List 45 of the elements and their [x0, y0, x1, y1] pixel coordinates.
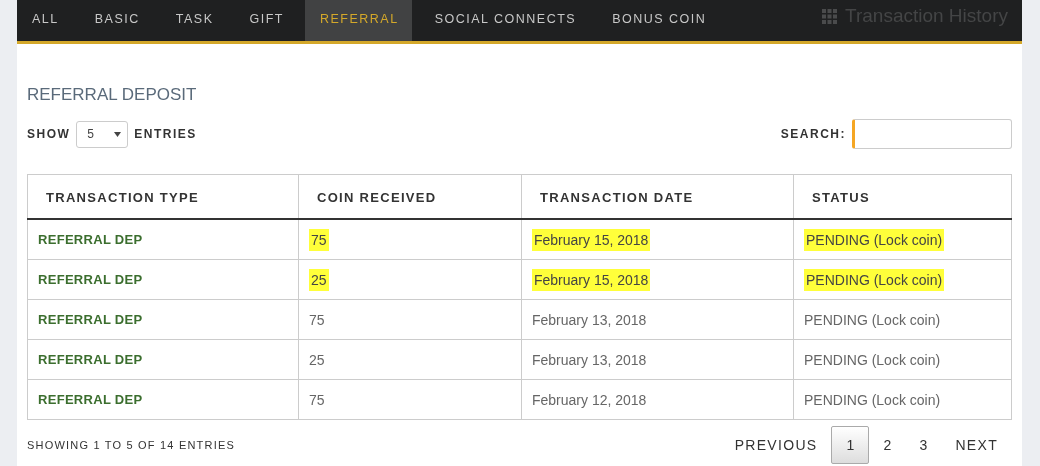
table-cell: REFERRAL DEP — [27, 379, 299, 420]
nav-tab[interactable]: REFERRAL — [304, 0, 412, 41]
nav-tab[interactable]: GIFT — [234, 0, 297, 41]
table-cell: 75 — [298, 379, 522, 420]
nav-tab[interactable]: ALL — [17, 0, 72, 41]
grid-icon — [822, 9, 838, 24]
table-cell: REFERRAL DEP — [27, 339, 299, 380]
table-cell: February 15, 2018 — [521, 219, 794, 260]
table-cell: February 12, 2018 — [521, 379, 794, 420]
table-cell: 25 — [298, 339, 522, 380]
table-cell: February 15, 2018 — [521, 259, 794, 300]
table-cell: 75 — [298, 299, 522, 340]
show-label: SHOW — [27, 127, 71, 141]
table-cell: REFERRAL DEP — [27, 259, 299, 300]
pagination-button[interactable]: 2 — [869, 427, 906, 463]
search-field[interactable] — [852, 119, 1012, 149]
table-cell: REFERRAL DEP — [27, 299, 299, 340]
column-header: COIN RECEIVED — [298, 174, 522, 219]
entries-info: SHOWING 1 TO 5 OF 14 ENTRIES — [27, 439, 235, 451]
entries-select[interactable]: 5 — [76, 120, 129, 148]
table-cell: PENDING (Lock coin) — [793, 339, 1012, 380]
pagination-button[interactable]: 1 — [831, 426, 870, 464]
nav-tab[interactable]: TASK — [160, 0, 227, 41]
table-cell: 25 — [298, 259, 522, 300]
table-cell: PENDING (Lock coin) — [793, 219, 1012, 260]
table-cell: PENDING (Lock coin) — [793, 379, 1012, 420]
search-label: SEARCH: — [780, 127, 846, 141]
caret-icon — [114, 131, 122, 137]
table-cell: PENDING (Lock coin) — [793, 259, 1012, 300]
column-header: STATUS — [793, 174, 1012, 219]
column-header: TRANSACTION TYPE — [27, 174, 299, 219]
pagination-button[interactable]: NEXT — [941, 427, 1012, 463]
column-header: TRANSACTION DATE — [521, 174, 794, 219]
pagination-button[interactable]: PREVIOUS — [720, 427, 832, 463]
nav-tab[interactable]: BASIC — [79, 0, 153, 41]
table-cell: 75 — [298, 219, 522, 260]
table-cell: February 13, 2018 — [521, 299, 794, 340]
nav-tab[interactable]: SOCIAL CONNECTS — [419, 0, 590, 41]
table-cell: PENDING (Lock coin) — [793, 299, 1012, 340]
table-cell: REFERRAL DEP — [27, 219, 299, 260]
nav-tab[interactable]: BONUS COIN — [597, 0, 720, 41]
entries-label: ENTRIES — [134, 127, 197, 141]
pagination-button[interactable]: 3 — [905, 427, 942, 463]
section-title: REFERRAL DEPOSIT — [27, 85, 198, 105]
table-cell: February 13, 2018 — [521, 339, 794, 380]
